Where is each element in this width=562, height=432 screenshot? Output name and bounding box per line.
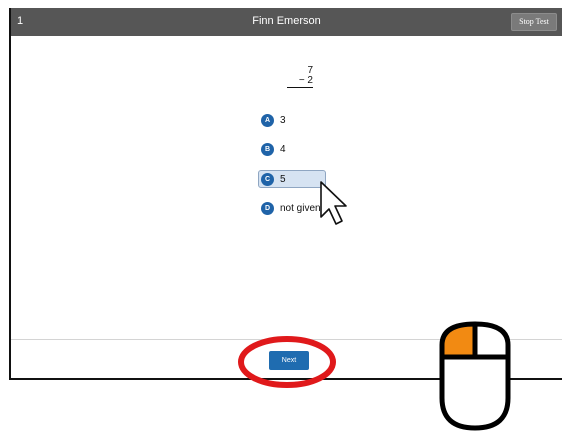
mouse-left-click-icon xyxy=(439,321,511,431)
mouse-right-button xyxy=(472,321,511,360)
arrow-cursor-icon xyxy=(320,181,347,225)
red-circle-highlight xyxy=(238,336,336,388)
annotation-overlay xyxy=(238,181,511,431)
mouse-left-button xyxy=(439,321,478,360)
